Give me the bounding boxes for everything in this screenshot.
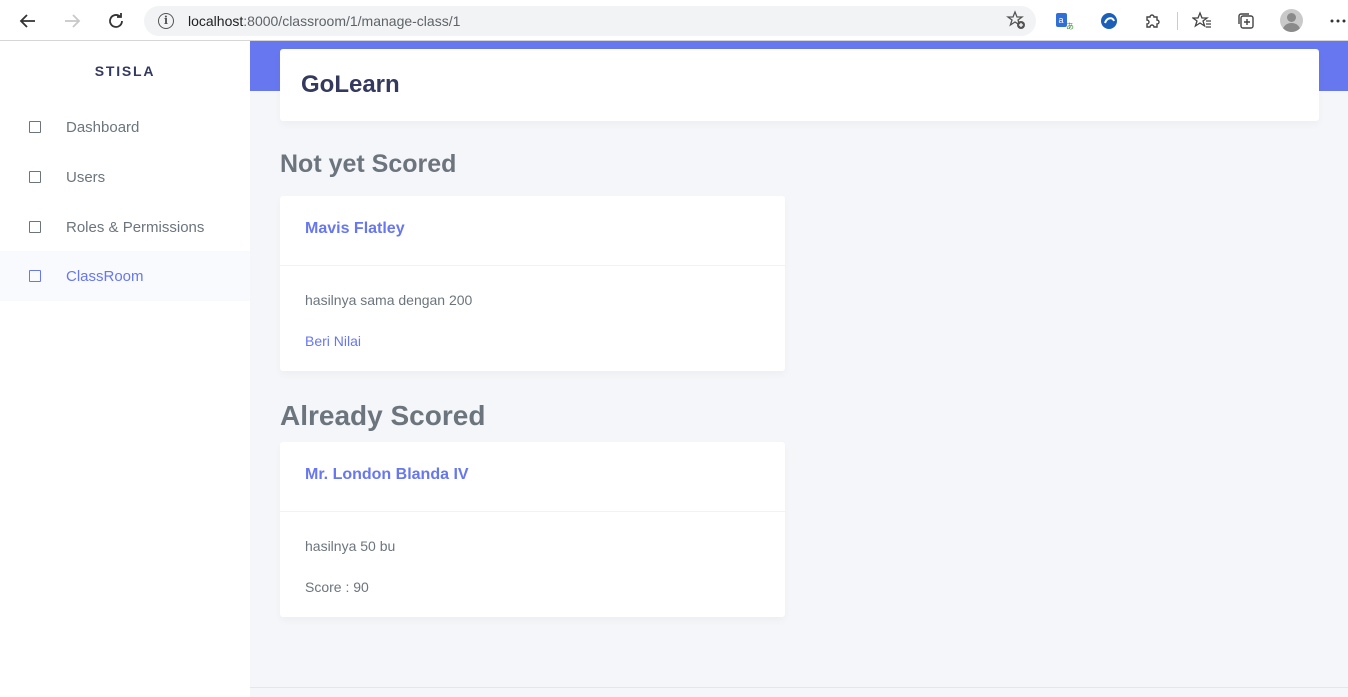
sidebar-item-classroom[interactable]: ClassRoom xyxy=(0,251,250,301)
card-header: Mavis Flatley xyxy=(280,196,785,266)
sidebar-item-label: Roles & Permissions xyxy=(66,218,205,236)
svg-text:あ: あ xyxy=(1066,22,1074,31)
favorites-icon[interactable] xyxy=(1190,9,1214,33)
page-header: GoLearn xyxy=(280,49,1319,121)
collections-icon[interactable] xyxy=(1234,9,1258,33)
give-score-link[interactable]: Beri Nilai xyxy=(305,333,361,349)
back-icon[interactable] xyxy=(15,8,41,34)
sidebar-item-users[interactable]: Users xyxy=(0,152,250,202)
sidebar-item-label: ClassRoom xyxy=(66,267,144,285)
submission-card: Mavis Flatley hasilnya sama dengan 200 B… xyxy=(280,196,785,371)
sidebar-item-label: Dashboard xyxy=(66,118,140,136)
sidebar-item-dashboard[interactable]: Dashboard xyxy=(0,102,250,152)
page-title: GoLearn xyxy=(301,71,400,98)
info-icon[interactable]: i xyxy=(158,13,174,29)
section-title-not-scored: Not yet Scored xyxy=(280,150,457,178)
menu-square-icon xyxy=(29,171,41,183)
svg-text:a: a xyxy=(1059,15,1064,25)
menu-square-icon xyxy=(29,121,41,133)
more-icon[interactable] xyxy=(1326,9,1348,33)
student-name: Mr. London Blanda IV xyxy=(305,466,469,483)
translate-icon[interactable]: aあ xyxy=(1052,9,1076,33)
answer-text: hasilnya 50 bu xyxy=(305,538,396,554)
menu-square-icon xyxy=(29,270,41,282)
card-header: Mr. London Blanda IV xyxy=(280,442,785,512)
address-bar[interactable]: i localhost:8000/classroom/1/manage-clas… xyxy=(144,6,1036,36)
browser-toolbar: i localhost:8000/classroom/1/manage-clas… xyxy=(0,0,1348,41)
forward-icon[interactable] xyxy=(59,8,85,34)
section-title-scored: Already Scored xyxy=(280,400,486,431)
menu-square-icon xyxy=(29,221,41,233)
brand-logo[interactable]: STISLA xyxy=(0,63,250,79)
footer-divider xyxy=(250,687,1348,688)
reload-icon[interactable] xyxy=(103,8,129,34)
sidebar-item-label: Users xyxy=(66,168,106,186)
profile-avatar[interactable] xyxy=(1280,9,1303,32)
score-text: Score : 90 xyxy=(305,579,369,595)
extensions-icon[interactable] xyxy=(1141,9,1165,33)
student-name: Mavis Flatley xyxy=(305,220,405,237)
add-favorite-icon[interactable] xyxy=(1006,10,1026,35)
sidebar-item-roles-permissions[interactable]: Roles & Permissions xyxy=(0,202,250,252)
toolbar-separator xyxy=(1177,12,1178,30)
submission-card: Mr. London Blanda IV hasilnya 50 bu Scor… xyxy=(280,442,785,617)
main-content: GoLearn Not yet Scored Mavis Flatley has… xyxy=(250,41,1348,697)
answer-text: hasilnya sama dengan 200 xyxy=(305,292,473,308)
url-text[interactable]: localhost:8000/classroom/1/manage-class/… xyxy=(188,13,460,29)
edge-extension-icon[interactable] xyxy=(1097,9,1121,33)
sidebar: STISLA Dashboard Users Roles & Permissio… xyxy=(0,41,250,697)
